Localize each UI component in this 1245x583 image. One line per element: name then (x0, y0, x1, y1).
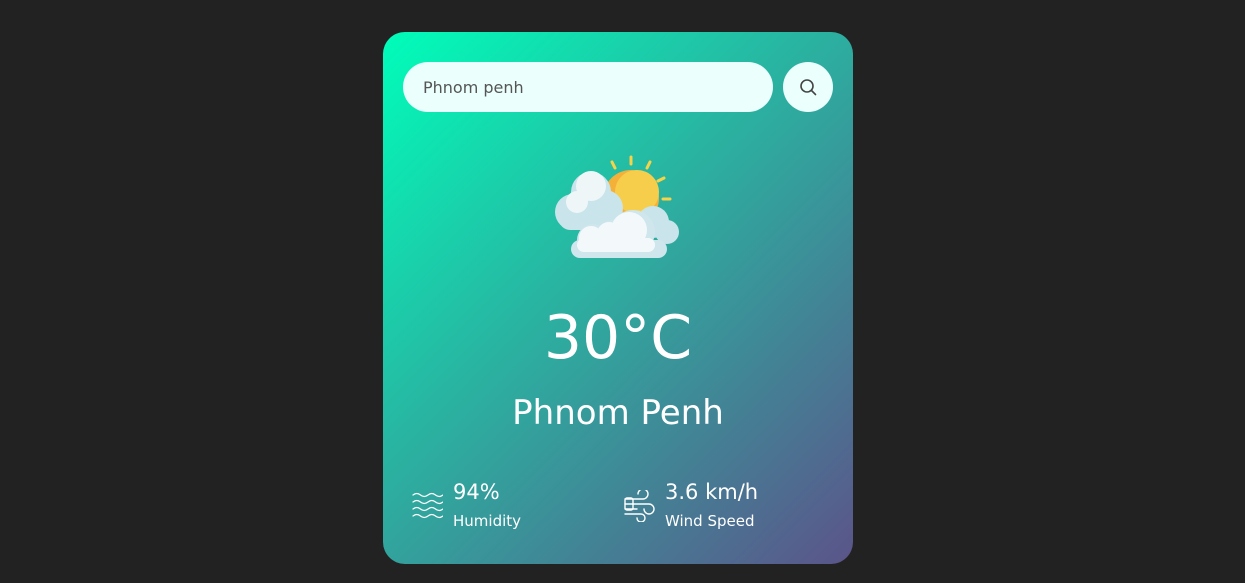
wind-speed-label: Wind Speed (665, 512, 755, 530)
search-input[interactable] (403, 62, 773, 112)
search-icon (800, 79, 817, 96)
wind-icon (624, 490, 655, 522)
humidity-waves-icon (412, 492, 443, 519)
search-bar (403, 62, 833, 112)
wind-speed-value: 3.6 km/h (665, 480, 759, 504)
humidity-detail: 94% Humidity (411, 478, 591, 538)
humidity-label: Humidity (453, 512, 522, 530)
search-button[interactable] (783, 62, 833, 112)
temperature: 30°C (543, 303, 693, 373)
sun-behind-clouds-icon (555, 155, 679, 258)
weather-card: 30°C Phnom Penh 94% Humidity 3.6 km/h Wi… (383, 32, 853, 564)
humidity-value: 94% (453, 480, 500, 504)
wind-detail: 3.6 km/h Wind Speed (623, 478, 823, 538)
city-name: Phnom Penh (512, 393, 724, 433)
